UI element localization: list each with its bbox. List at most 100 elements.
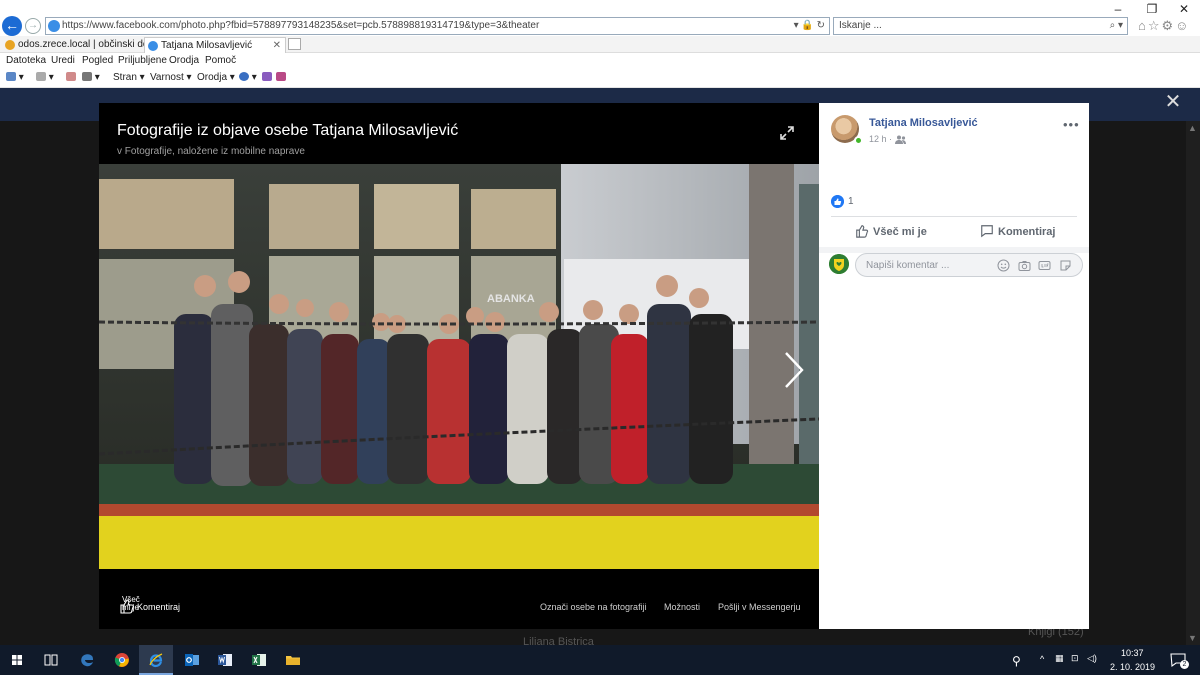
online-status-icon (854, 136, 863, 145)
tab-close-icon[interactable]: ✕ (273, 40, 281, 51)
taskbar-ie[interactable] (139, 645, 173, 675)
tag-photo-link[interactable]: Označi osebe na fotografiji (540, 602, 647, 612)
camera-icon[interactable] (1018, 259, 1031, 272)
tray-chevron-icon[interactable]: ^ (1040, 654, 1044, 664)
url-text: https://www.facebook.com/photo.php?fbid=… (62, 20, 540, 31)
comment-button-label: Komentiraj (998, 226, 1056, 238)
address-bar-row: ← → https://www.facebook.com/photo.php?f… (0, 0, 1200, 36)
viewer-title: Fotografije iz objave osebe Tatjana Milo… (117, 122, 459, 139)
file-explorer-icon (286, 656, 300, 665)
comment-placeholder: Napiši komentar ... (866, 260, 950, 271)
tab-odos[interactable]: odos.zrece.local | občinski doku... (2, 37, 167, 53)
more-options-icon[interactable]: ••• (1063, 117, 1080, 132)
menu-favorites[interactable]: Priljubljene (118, 55, 167, 66)
taskbar-word[interactable] (208, 645, 242, 675)
forward-button[interactable]: → (25, 18, 41, 34)
outlook-icon (185, 654, 199, 666)
taskbar-edge[interactable] (70, 645, 104, 675)
safety-menu[interactable]: Varnost ▾ (150, 72, 192, 83)
tab-tatjana[interactable]: Tatjana Milosavljević ✕ (144, 37, 286, 53)
research-cmd-icon[interactable] (262, 72, 272, 83)
fullscreen-icon[interactable] (779, 125, 795, 141)
task-view-button[interactable] (34, 645, 68, 675)
like-count[interactable]: 1 (848, 196, 854, 207)
menu-edit[interactable]: Uredi (51, 55, 75, 66)
clock-date[interactable]: 2. 10. 2019 (1110, 662, 1155, 672)
url-field[interactable]: https://www.facebook.com/photo.php?fbid=… (45, 17, 830, 35)
mail-cmd-icon[interactable] (66, 72, 76, 83)
print-cmd-icon[interactable]: ▾ (82, 72, 100, 83)
home-cmd-icon[interactable]: ▾ (6, 72, 24, 83)
chrome-browser-icon (114, 653, 129, 667)
search-field[interactable]: Iskanje ... ⌕ ▾ (833, 17, 1128, 35)
scroll-up-icon[interactable]: ▲ (1188, 123, 1197, 133)
notification-count: 2 (1180, 660, 1189, 669)
new-tab-button[interactable] (288, 38, 301, 50)
taskbar-chrome[interactable] (105, 645, 139, 675)
menu-file[interactable]: Datoteka (6, 55, 46, 66)
restore-button[interactable]: ❐ (1144, 2, 1160, 16)
ie-page-icon (48, 20, 60, 32)
like-reaction-icon[interactable] (831, 195, 844, 208)
thumbs-up-outline-icon (856, 225, 869, 238)
help-cmd-icon[interactable]: ▾ (239, 72, 257, 83)
gif-icon[interactable] (1038, 259, 1051, 272)
menu-view[interactable]: Pogled (82, 55, 113, 66)
close-viewer-icon[interactable]: ✕ (1163, 92, 1183, 112)
commenter-avatar[interactable] (829, 254, 849, 274)
photo-sign-text: ABANKA (487, 293, 535, 305)
scroll-down-icon[interactable]: ▼ (1188, 633, 1197, 643)
emoji-icon[interactable] (997, 259, 1010, 272)
footer-comment-button[interactable]: Komentiraj (137, 602, 180, 612)
taskbar-outlook[interactable] (175, 645, 209, 675)
feeds-cmd-icon[interactable]: ▾ (36, 72, 54, 83)
viewer-footer: Všeč mi je Komentiraj Označi osebe na fo… (99, 569, 819, 629)
group-photo[interactable]: ABANKA (99, 164, 819, 569)
like-button[interactable]: Všeč mi je (855, 224, 927, 244)
comment-button[interactable]: Komentiraj (980, 224, 1055, 244)
taskbar-excel[interactable] (242, 645, 276, 675)
options-link[interactable]: Možnosti (664, 602, 700, 612)
network-icon[interactable]: ⊡ (1071, 653, 1079, 664)
like-button-label: Všeč mi je (873, 226, 927, 238)
windows-logo-icon (12, 655, 22, 665)
background-bottom-label: Liljana Bistrica (523, 636, 594, 645)
comment-bubble-icon (981, 225, 993, 238)
tab-strip: odos.zrece.local | občinski doku... Tatj… (0, 36, 1200, 53)
divider (831, 216, 1077, 217)
volume-icon[interactable]: ◁) (1087, 653, 1097, 664)
taskbar-explorer[interactable] (276, 645, 310, 675)
facebook-page: Knjigi (152) Liljana Bistrica ✕ ▲ ▼ Foto… (0, 88, 1200, 645)
next-photo-icon[interactable] (783, 350, 805, 390)
menu-help[interactable]: Pomoč (205, 55, 236, 66)
tools-menu[interactable]: Orodja ▾ (197, 72, 235, 83)
author-name[interactable]: Tatjana Milosavljević (869, 117, 978, 129)
task-view-icon (44, 654, 58, 666)
word-icon (218, 654, 232, 666)
clock-time[interactable]: 10:37 (1121, 648, 1144, 658)
back-button[interactable]: ← (2, 16, 22, 36)
translate-cmd-icon[interactable] (276, 72, 286, 83)
start-button[interactable] (0, 645, 34, 675)
post-time[interactable]: 12 h (869, 134, 887, 144)
send-messenger-link[interactable]: Pošlji v Messengerju (718, 602, 801, 612)
url-controls[interactable]: ▾ 🔒 ↻ (794, 20, 825, 31)
close-window-button[interactable]: ✕ (1176, 2, 1192, 16)
page-menu[interactable]: Stran ▾ (113, 72, 145, 83)
comment-input[interactable]: Napiši komentar ... (855, 253, 1083, 277)
ie-favicon-icon (148, 41, 158, 51)
search-icon[interactable]: ⌕ ▾ (1110, 20, 1123, 31)
scrollbar[interactable]: ▲ ▼ (1186, 121, 1200, 645)
menu-tools[interactable]: Orodja (169, 55, 199, 66)
search-placeholder: Iskanje ... (839, 20, 882, 31)
viewer-subtitle[interactable]: v Fotografije, naložene iz mobilne napra… (117, 146, 305, 157)
minimize-button[interactable]: – (1110, 2, 1126, 16)
group-photo-image: ABANKA (99, 164, 819, 569)
tray-app-icon[interactable]: ▦ (1055, 653, 1064, 664)
friends-audience-icon[interactable] (894, 135, 906, 144)
people-icon[interactable]: ⚲ (1012, 654, 1021, 668)
sticker-icon[interactable] (1059, 259, 1072, 272)
toolbar-icons[interactable]: ⌂☆⚙☺ (1138, 18, 1190, 34)
menu-bar: Datoteka Uredi Pogled Priljubljene Orodj… (0, 53, 1200, 69)
post-meta: 12 h · (869, 134, 906, 144)
